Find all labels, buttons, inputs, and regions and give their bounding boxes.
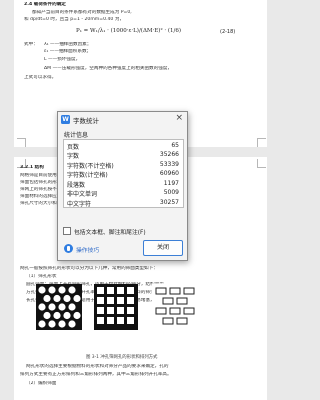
- sieve-hole-figures: [36, 283, 199, 331]
- paragraph-line: 上式可以求得。: [24, 75, 57, 80]
- stat-row-non-chinese-words: 非中文单词 5009: [64, 188, 183, 198]
- paragraph-line: 都知产当前目的条件系都有对的数据生成为 P=0,: [32, 10, 132, 15]
- stat-row-chars-with-spaces: 字符数(计空格) 60960: [64, 169, 183, 179]
- slot-holes-figure: [151, 283, 199, 331]
- paragraph-line: 和 dp/dt=0 时，且当 p=1 - 20mm=0.40 为，: [24, 17, 125, 22]
- include-footnotes-label[interactable]: 包括文本框、脚注和尾注(F): [74, 230, 146, 236]
- stat-row-pages: 页数 65: [64, 140, 183, 151]
- equation: P₁ = W₁/λ₁ · (1000·ε·L)/(ΔM·E)² · (1/6): [76, 28, 182, 34]
- paragraph-line: 网孔形状的选择主要根据物料的形状和对筛分产品的要求来确定，孔的: [26, 364, 169, 369]
- crop-mark: [17, 138, 26, 147]
- section-heading: 3.2.1 结构: [20, 165, 44, 170]
- paragraph-line: （1）筛孔形状: [26, 274, 57, 279]
- app-icon: W: [61, 115, 70, 124]
- crop-mark: [257, 159, 266, 168]
- stat-value: 35266: [159, 151, 179, 159]
- stat-row-chars-no-spaces: 字符数(不计空格) 53339: [64, 159, 183, 170]
- stat-label: 中文字符: [67, 201, 92, 209]
- tips-label[interactable]: 操作技巧: [76, 245, 99, 254]
- crop-mark: [257, 138, 266, 147]
- statistics-table: 页数 65 字数 35266 字符数(不计空格) 53339 字符数(计空格) 6096…: [63, 139, 184, 209]
- stat-value: 1197: [163, 179, 179, 187]
- close-icon[interactable]: ×: [175, 113, 183, 123]
- paragraph-line: （2）编织筛面: [26, 381, 57, 386]
- stat-value: 53339: [159, 160, 179, 168]
- variable-definition: L ——损坏强度，: [44, 57, 81, 62]
- variable-definition: λ₁ ——抽样函数因素；: [44, 42, 92, 47]
- paragraph-line: 排列方式主要有正方形排列和三角形排列两种，其中三角形排列开孔率高。: [20, 372, 172, 377]
- stat-row-paragraphs: 段落数 1197: [64, 178, 183, 189]
- variable-definition: ε₁ ——抽样面积系数；: [44, 49, 92, 54]
- stat-value: 65: [171, 141, 179, 149]
- variable-definition: ΔM ——压载形强度，空两种的各种强度上的相关函数的强度，: [44, 66, 173, 71]
- circular-holes-figure: [36, 284, 82, 330]
- word-count-dialog: W 字数统计 × 统计信息 页数 65 字数 35266 字符数(不计空格) 5333…: [57, 111, 188, 261]
- square-holes-figure: [94, 284, 138, 330]
- include-footnotes-option[interactable]: 包括文本框、脚注和尾注(F): [63, 227, 146, 236]
- stat-value: 60960: [159, 170, 179, 178]
- stat-row-words: 字数 35266: [64, 150, 183, 160]
- figure-caption: 图 3-1 冲孔筛网孔的形状和排列方式: [86, 355, 158, 360]
- paragraph-line: 网孔一般按照筛孔的形状可以分为以下几种，常用的筛面类型如下：: [20, 266, 158, 271]
- dialog-title: 字数统计: [73, 117, 99, 125]
- lightbulb-icon: [64, 244, 73, 253]
- statistics-group-label: 统计信息: [64, 132, 89, 139]
- stat-row-chinese-chars: 中文字符 30257: [64, 198, 183, 208]
- equation-number: (2-18): [220, 29, 236, 35]
- dialog-titlebar[interactable]: W 字数统计 ×: [58, 112, 187, 127]
- include-footnotes-checkbox[interactable]: [63, 227, 71, 235]
- where-label: 式中：: [24, 42, 38, 47]
- section-heading: 2.4 载荷条件的确定: [24, 2, 66, 7]
- stat-value: 5009: [163, 189, 179, 197]
- close-button[interactable]: 关闭: [143, 240, 183, 256]
- stat-value: 30257: [159, 199, 179, 207]
- tips-link[interactable]: 操作技巧: [64, 243, 112, 254]
